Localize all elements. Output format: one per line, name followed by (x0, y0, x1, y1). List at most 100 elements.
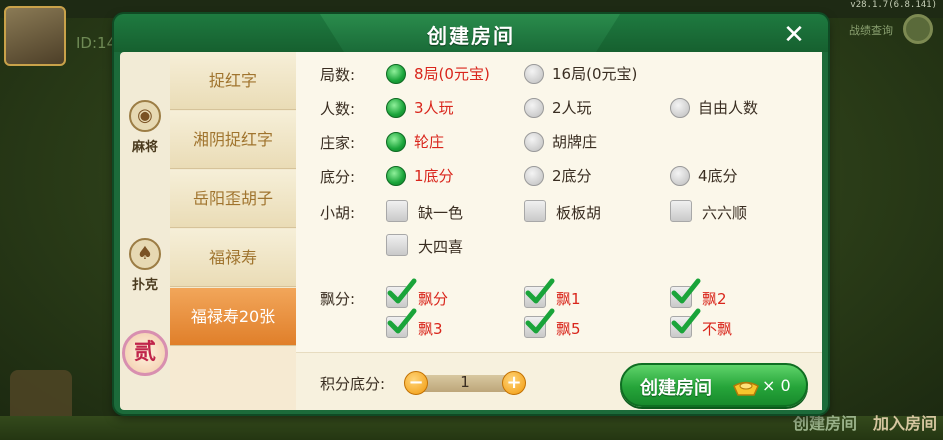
category-mahjong[interactable]: ◉ 麻将 (120, 100, 170, 155)
radio-selected-icon (386, 166, 406, 186)
radio-icon (524, 166, 544, 186)
dealer-rotate-option[interactable]: 轮庄 (386, 130, 486, 156)
check-mark-icon (387, 278, 417, 304)
rounds-8-option[interactable]: 8局(0元宝) (386, 62, 506, 88)
radio-icon (524, 98, 544, 118)
option-text: 飘2 (702, 290, 727, 308)
piao-5-option[interactable]: 飘5 (524, 308, 624, 342)
mahjong-icon: ◉ (129, 100, 161, 132)
checkbox-icon (524, 200, 546, 222)
option-text: 大四喜 (418, 238, 464, 256)
radio-selected-icon (386, 98, 406, 118)
option-text: 自由人数 (698, 99, 759, 117)
checkbox-icon (670, 200, 692, 222)
radio-icon (524, 132, 544, 152)
option-text: 4底分 (698, 167, 738, 185)
option-text: 六六顺 (702, 204, 748, 222)
rounds-label: 局数: (320, 66, 356, 84)
category-poker-label: 扑克 (131, 278, 158, 293)
base-4-option[interactable]: 4底分 (670, 164, 770, 190)
option-text: 1底分 (414, 167, 454, 185)
checkbox-icon (386, 234, 408, 256)
small-hu-liuliushun-option[interactable]: 六六顺 (670, 200, 770, 226)
piao-3-option[interactable]: 飘3 (386, 308, 486, 342)
option-text: 飘1 (556, 290, 581, 308)
check-mark-icon (671, 278, 701, 304)
game-item-fulushou-20[interactable]: 福禄寿20张 (170, 288, 296, 346)
rounds-row: 局数: 8局(0元宝) 16局(0元宝) (296, 58, 822, 92)
score-label: 积分底分: (320, 375, 386, 393)
gear-icon[interactable] (903, 14, 933, 44)
option-text: 8局(0元宝) (414, 65, 490, 83)
check-mark-icon (671, 308, 701, 334)
players-2-option[interactable]: 2人玩 (524, 96, 624, 122)
options-panel: 局数: 8局(0元宝) 16局(0元宝) 人数: 3人玩 2人玩 自由人数 庄家… (296, 52, 822, 410)
radio-selected-icon (386, 132, 406, 152)
option-text: 3人玩 (414, 99, 454, 117)
close-icon[interactable]: ✕ (778, 20, 810, 50)
lobby-join-room-button[interactable]: 加入房间 (873, 410, 937, 434)
small-hu-row: 小胡: 缺一色 板板胡 六六顺 大四喜 (296, 196, 822, 266)
record-query-link[interactable]: 战绩查询 (849, 22, 893, 38)
players-free-option[interactable]: 自由人数 (670, 96, 780, 122)
small-hu-banbanhu-option[interactable]: 板板胡 (524, 200, 624, 226)
dialog-title: 创建房间 (427, 24, 515, 48)
piao-none-option[interactable]: 不飘 (670, 308, 770, 342)
option-text: 飘分 (418, 290, 449, 308)
piao-row: 飘分: 飘分 飘1 飘2 飘3 飘5 不飘 (296, 278, 822, 342)
check-mark-icon (525, 308, 555, 334)
base-row: 底分: 1底分 2底分 4底分 (296, 160, 822, 194)
small-hu-queyise-option[interactable]: 缺一色 (386, 200, 486, 226)
radio-icon (524, 64, 544, 84)
gold-ingot-icon (733, 381, 759, 396)
players-3-option[interactable]: 3人玩 (386, 96, 486, 122)
category-mahjong-label: 麻将 (131, 140, 158, 155)
create-room-label: 创建房间 (640, 378, 712, 399)
avatar[interactable] (4, 6, 66, 66)
base-2-option[interactable]: 2底分 (524, 164, 624, 190)
badge-icon: 贰 (122, 330, 168, 376)
check-mark-icon (387, 308, 417, 334)
radio-icon (670, 98, 690, 118)
option-text: 板板胡 (556, 204, 602, 222)
options-scroll[interactable]: 局数: 8局(0元宝) 16局(0元宝) 人数: 3人玩 2人玩 自由人数 庄家… (296, 52, 822, 342)
option-text: 2人玩 (552, 99, 592, 117)
rounds-16-option[interactable]: 16局(0元宝) (524, 62, 654, 88)
radio-selected-icon (386, 64, 406, 84)
dealer-label: 庄家: (320, 134, 356, 152)
game-item-zhuohongzi[interactable]: 捉红字 (170, 52, 296, 110)
dealer-winner-option[interactable]: 胡牌庄 (524, 130, 634, 156)
game-item-yueyang-waihuzi[interactable]: 岳阳歪胡子 (170, 170, 296, 228)
players-row: 人数: 3人玩 2人玩 自由人数 (296, 92, 822, 126)
base-1-option[interactable]: 1底分 (386, 164, 486, 190)
option-text: 2底分 (552, 167, 592, 185)
option-text: 飘5 (556, 320, 581, 338)
option-text: 胡牌庄 (552, 133, 598, 151)
game-list: 捉红字 湘阴捉红字 岳阳歪胡子 福禄寿 福禄寿20张 (170, 52, 296, 410)
dealer-row: 庄家: 轮庄 胡牌庄 (296, 126, 822, 160)
plus-button[interactable]: + (502, 371, 526, 395)
radio-icon (670, 166, 690, 186)
option-text: 飘3 (418, 320, 443, 338)
category-poker[interactable]: ♠ 扑克 (120, 238, 170, 293)
version-label: v28.1.7(6.8.141) (850, 0, 937, 10)
create-room-dialog: 创建房间 ✕ ◉ 麻将 ♠ 扑克 贰 捉红字 湘阴捉红字 岳阳歪胡子 福禄寿 福… (114, 14, 828, 414)
game-list-filler (170, 347, 296, 410)
score-stepper: − 1 + (404, 371, 526, 395)
option-text: 16局(0元宝) (552, 65, 638, 83)
create-room-button[interactable]: 创建房间 × 0 (620, 363, 808, 407)
game-item-fulushou[interactable]: 福禄寿 (170, 229, 296, 287)
base-label: 底分: (320, 168, 356, 186)
small-hu-dasixi-option[interactable]: 大四喜 (386, 234, 486, 260)
score-value: 1 (460, 373, 470, 391)
option-text: 不飘 (702, 320, 733, 338)
game-item-xiangyin-zhuohongzi[interactable]: 湘阴捉红字 (170, 111, 296, 169)
spade-icon: ♠ (129, 238, 161, 270)
room-card-cost: × 0 (762, 376, 791, 395)
players-label: 人数: (320, 100, 356, 118)
option-text: 缺一色 (418, 204, 464, 222)
minus-button[interactable]: − (404, 371, 428, 395)
option-text: 轮庄 (414, 133, 445, 151)
checkbox-icon (386, 200, 408, 222)
bottom-bar-dialog: 积分底分: − 1 + 创建房间 × 0 (296, 352, 822, 410)
